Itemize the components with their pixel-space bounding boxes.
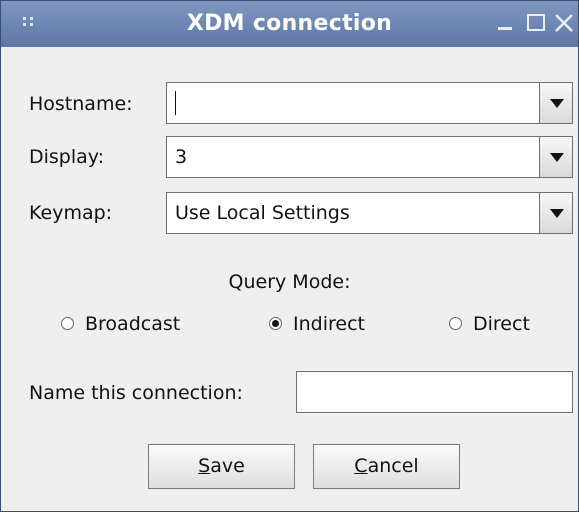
radio-direct-label[interactable]: Direct (473, 313, 530, 335)
keymap-label: Keymap: (29, 202, 113, 224)
save-mnemonic: S (198, 455, 211, 477)
text-cursor (175, 91, 176, 115)
display-value[interactable]: 3 (175, 146, 187, 168)
connection-name-input[interactable] (296, 371, 573, 413)
save-button[interactable]: Save (148, 444, 295, 489)
window-title: XDM connection (186, 11, 393, 36)
minimize-icon[interactable] (495, 11, 519, 35)
save-label-rest: ave (210, 455, 245, 477)
connection-name-label: Name this connection: (29, 382, 243, 404)
keymap-dropdown-button[interactable] (539, 192, 573, 234)
radio-indirect-label[interactable]: Indirect (293, 313, 365, 335)
cancel-mnemonic: C (354, 455, 368, 477)
dropdown-arrow-icon (550, 153, 564, 162)
cancel-button[interactable]: Cancel (313, 444, 460, 489)
display-label: Display: (29, 146, 105, 168)
dropdown-arrow-icon (550, 209, 564, 218)
radio-broadcast-label[interactable]: Broadcast (85, 313, 180, 335)
query-mode-title: Query Mode: (228, 271, 351, 293)
xdm-connection-window: XDM connection Hostname: Display: 3 Keym… (0, 0, 579, 512)
titlebar[interactable]: XDM connection (1, 1, 578, 47)
close-icon[interactable] (553, 11, 577, 35)
maximize-icon[interactable] (525, 11, 549, 35)
display-combobox[interactable]: 3 (166, 136, 573, 178)
radio-icon[interactable] (449, 317, 462, 330)
dropdown-arrow-icon (550, 99, 564, 108)
keymap-combobox[interactable]: Use Local Settings (166, 192, 573, 234)
cancel-label-rest: ancel (367, 455, 419, 477)
hostname-dropdown-button[interactable] (539, 82, 573, 124)
radio-icon[interactable] (269, 317, 282, 330)
hostname-label: Hostname: (29, 93, 133, 115)
hostname-combobox[interactable] (166, 82, 573, 124)
display-dropdown-button[interactable] (539, 136, 573, 178)
keymap-value[interactable]: Use Local Settings (175, 202, 350, 224)
radio-icon[interactable] (61, 317, 74, 330)
